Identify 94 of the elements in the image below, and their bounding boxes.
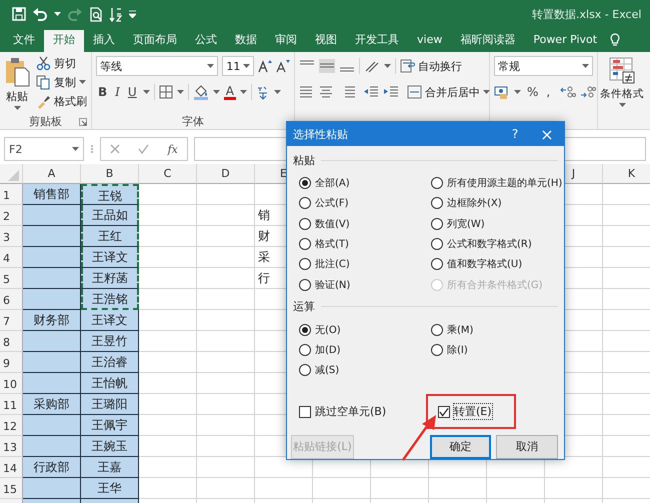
option-label[interactable]: 公式(F): [315, 196, 349, 210]
ok-button[interactable]: 确定: [430, 434, 491, 459]
column-header[interactable]: C: [139, 164, 197, 184]
table-cell: 王红: [81, 226, 139, 247]
underline-button[interactable]: U: [126, 85, 139, 99]
row-header[interactable]: 8: [0, 331, 23, 352]
option-label[interactable]: 数值(V): [315, 216, 350, 231]
row-header[interactable]: 4: [0, 247, 23, 268]
ribbon-tab[interactable]: 审阅: [266, 30, 306, 52]
table-cell: 王华: [81, 478, 139, 499]
bold-button[interactable]: B: [96, 85, 110, 99]
table-cell: 王锐: [81, 184, 139, 205]
option-label[interactable]: 列宽(W): [447, 216, 485, 231]
percent-button[interactable]: %: [525, 85, 540, 99]
cut-button[interactable]: 剪切: [36, 55, 87, 71]
close-button[interactable]: ×: [530, 124, 564, 144]
copy-button[interactable]: 复制: [36, 74, 87, 90]
comma-button[interactable]: ,: [544, 85, 552, 99]
ribbon-tab[interactable]: 开发工具: [346, 30, 408, 52]
table-cell: 王璐阳: [81, 394, 139, 415]
ribbon-tab[interactable]: view: [408, 30, 452, 52]
ribbon-tab[interactable]: 开始: [44, 30, 84, 52]
group-label: 剪贴板: [29, 114, 62, 128]
option-label[interactable]: 无(O): [315, 322, 341, 337]
row-header[interactable]: 3: [0, 226, 23, 247]
row-header[interactable]: 6: [0, 289, 23, 310]
font-color-button[interactable]: A: [224, 84, 236, 100]
table-cell: 王婉玉: [81, 436, 139, 457]
table-cell: 王品如: [81, 205, 139, 226]
table-cell: 财务部: [23, 310, 81, 331]
table-cell: 王怡帆: [81, 373, 139, 394]
row-header[interactable]: 10: [0, 373, 23, 394]
row-header[interactable]: 14: [0, 457, 23, 478]
table-cell: 采购部: [23, 394, 81, 415]
table-cell: 王佩宇: [81, 415, 139, 436]
row-header[interactable]: 13: [0, 436, 23, 457]
checkbox-label[interactable]: 跳过空单元(B): [315, 404, 386, 420]
name-box[interactable]: F2: [4, 137, 84, 161]
cancel-button[interactable]: 取消: [496, 434, 558, 459]
row-header[interactable]: 2: [0, 205, 23, 226]
row-header[interactable]: 9: [0, 352, 23, 373]
option-label[interactable]: 乘(M): [447, 322, 474, 337]
ribbon-tab[interactable]: 插入: [84, 30, 124, 52]
paste-button[interactable]: 粘贴: [4, 55, 30, 113]
option-label[interactable]: 批注(C): [315, 257, 350, 272]
ribbon-tab[interactable]: 公式: [186, 30, 226, 52]
ribbon-tab[interactable]: 文件: [4, 30, 44, 52]
merge-center-button[interactable]: 合并后居中: [407, 84, 490, 100]
option-label[interactable]: 验证(N): [315, 278, 350, 292]
table-cell: 王浩铭: [81, 289, 139, 310]
conditional-formatting-button[interactable]: 条件格式: [600, 55, 644, 113]
option-label[interactable]: 除(I): [447, 342, 468, 357]
insert-function-button[interactable]: fx: [168, 142, 178, 156]
section-label: 运算: [293, 299, 315, 314]
table-cell: 王籽菡: [81, 268, 139, 289]
row-header[interactable]: 7: [0, 310, 23, 331]
table-cell: 王译文: [81, 310, 139, 331]
option-label[interactable]: 减(S): [315, 362, 340, 377]
ribbon-tab[interactable]: 数据: [226, 30, 266, 52]
option-label[interactable]: 格式(T): [315, 237, 349, 252]
ribbon-tab[interactable]: 福昕阅读器: [451, 30, 524, 52]
row-header[interactable]: 5: [0, 268, 23, 289]
row-header[interactable]: 12: [0, 415, 23, 436]
number-format-field[interactable]: 常规: [494, 56, 593, 76]
option-label: 所有合并条件格式(G): [447, 278, 543, 292]
column-header[interactable]: K: [603, 164, 650, 184]
column-header[interactable]: D: [197, 164, 255, 184]
option-label[interactable]: 加(D): [315, 342, 341, 357]
ribbon-tab[interactable]: 视图: [306, 30, 346, 52]
font-size-field[interactable]: 11: [222, 56, 254, 76]
font-name-field[interactable]: 等线: [96, 56, 218, 76]
option-label[interactable]: 公式和数字格式(R): [447, 237, 532, 252]
wrap-text-button[interactable]: 自动换行: [400, 58, 462, 74]
ribbon-tab[interactable]: Power Pivot: [524, 30, 606, 52]
group-label: 字体: [182, 114, 204, 128]
option-label[interactable]: 全部(A): [315, 176, 350, 190]
table-cell: 行政部: [23, 457, 81, 478]
table-cell: 王嘉: [81, 457, 139, 478]
table-cell: 王译文: [81, 247, 139, 268]
table-cell: 销售部: [23, 184, 81, 205]
checkbox-label[interactable]: 转置(E): [454, 404, 492, 420]
format-painter-button[interactable]: 格式刷: [36, 93, 87, 109]
window-title: 转置数据.xlsx - Excel: [532, 6, 642, 22]
option-label[interactable]: 值和数字格式(U): [447, 257, 522, 272]
table-cell: 王治睿: [81, 352, 139, 373]
row-header[interactable]: 15: [0, 478, 23, 499]
italic-button[interactable]: I: [113, 85, 122, 99]
option-label[interactable]: 边框除外(X): [447, 196, 502, 210]
help-button[interactable]: ?: [500, 127, 530, 141]
dialog-title: 选择性粘贴: [293, 126, 349, 142]
row-header[interactable]: 1: [0, 184, 23, 205]
row-header[interactable]: 11: [0, 394, 23, 415]
table-cell: 王昱竹: [81, 331, 139, 352]
ribbon-tab[interactable]: 页面布局: [124, 30, 186, 52]
